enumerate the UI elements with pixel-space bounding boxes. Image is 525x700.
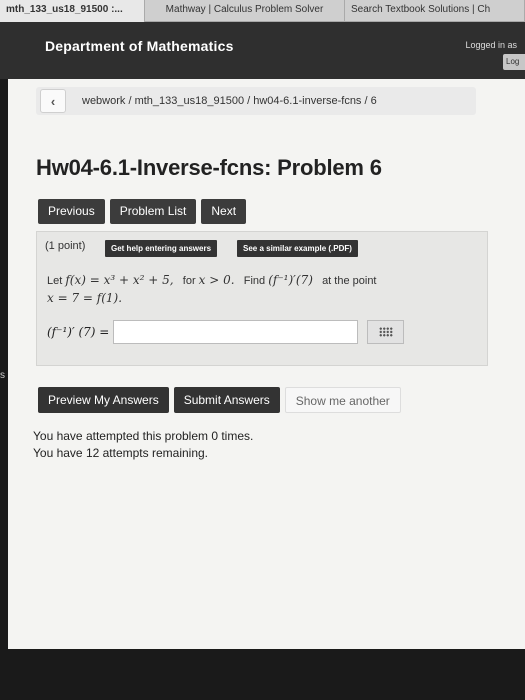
attempts-count: You have attempted this problem 0 times. bbox=[33, 429, 254, 443]
answer-actions: Preview My Answers Submit Answers Show m… bbox=[38, 387, 401, 413]
domain-condition: x > 0. bbox=[198, 273, 235, 287]
problem-list-button[interactable]: Problem List bbox=[109, 199, 197, 224]
let-text: Let bbox=[47, 275, 63, 287]
attempts-remaining: You have 12 attempts remaining. bbox=[33, 446, 209, 460]
points-label: (1 point) bbox=[45, 240, 86, 252]
show-another-button[interactable]: Show me another bbox=[284, 387, 401, 413]
breadcrumb-back-button[interactable]: ‹ bbox=[40, 89, 66, 113]
for-text: for bbox=[182, 275, 196, 287]
preview-answers-button[interactable]: Preview My Answers bbox=[38, 387, 169, 413]
breadcrumb: ‹ webwork / mth_133_us18_91500 / hw04-6.… bbox=[36, 87, 476, 115]
at-point-text: at the point bbox=[322, 275, 377, 287]
problem-nav: Previous Problem List Next bbox=[38, 199, 247, 224]
edge-letter: s bbox=[0, 370, 5, 381]
matrix-entry-button[interactable] bbox=[367, 320, 404, 344]
chevron-left-icon: ‹ bbox=[50, 93, 56, 109]
page-title: Hw04-6.1-Inverse-fcns: Problem 6 bbox=[36, 155, 382, 180]
answer-input[interactable] bbox=[113, 320, 359, 344]
point-expression: x = 7 = f(1). bbox=[47, 291, 123, 305]
breadcrumb-path: webwork / mth_133_us18_91500 / hw04-6.1-… bbox=[82, 95, 377, 107]
problem-panel: (1 point) Get help entering answers See … bbox=[36, 231, 488, 366]
answer-label: (f⁻¹)′ (7) = bbox=[47, 325, 110, 339]
previous-button[interactable]: Previous bbox=[38, 199, 105, 224]
logged-in-note: Logged in as bbox=[465, 40, 517, 50]
answer-row: (f⁻¹)′ (7) = bbox=[47, 320, 359, 344]
function-definition: f(x) = x³ + x² + 5, bbox=[65, 273, 174, 287]
find-text: Find bbox=[243, 275, 266, 287]
help-entering-answers-button[interactable]: Get help entering answers bbox=[105, 240, 218, 257]
browser-tab-webwork[interactable]: mth_133_us18_91500 :... bbox=[0, 0, 145, 22]
problem-statement: Let f(x) = x³ + x² + 5, for x > 0. Find … bbox=[47, 272, 487, 308]
similar-example-button[interactable]: See a similar example (.PDF) bbox=[237, 240, 358, 257]
main-content: ‹ webwork / mth_133_us18_91500 / hw04-6.… bbox=[8, 79, 525, 649]
logout-button[interactable]: Log bbox=[503, 54, 525, 70]
attempts-info: You have attempted this problem 0 times.… bbox=[33, 428, 253, 462]
submit-answers-button[interactable]: Submit Answers bbox=[173, 387, 280, 413]
site-header: Department of Mathematics Logged in as L… bbox=[0, 22, 525, 79]
browser-tab-textbook-solutions[interactable]: Search Textbook Solutions | Ch bbox=[345, 0, 525, 22]
grid-icon bbox=[378, 327, 393, 337]
browser-tab-mathway[interactable]: Mathway | Calculus Problem Solver bbox=[145, 0, 345, 22]
target-expression: (f⁻¹)′(7) bbox=[268, 273, 313, 287]
department-title: Department of Mathematics bbox=[45, 38, 234, 54]
browser-tab-bar: mth_133_us18_91500 :... Mathway | Calcul… bbox=[0, 0, 525, 22]
next-button[interactable]: Next bbox=[201, 199, 247, 224]
